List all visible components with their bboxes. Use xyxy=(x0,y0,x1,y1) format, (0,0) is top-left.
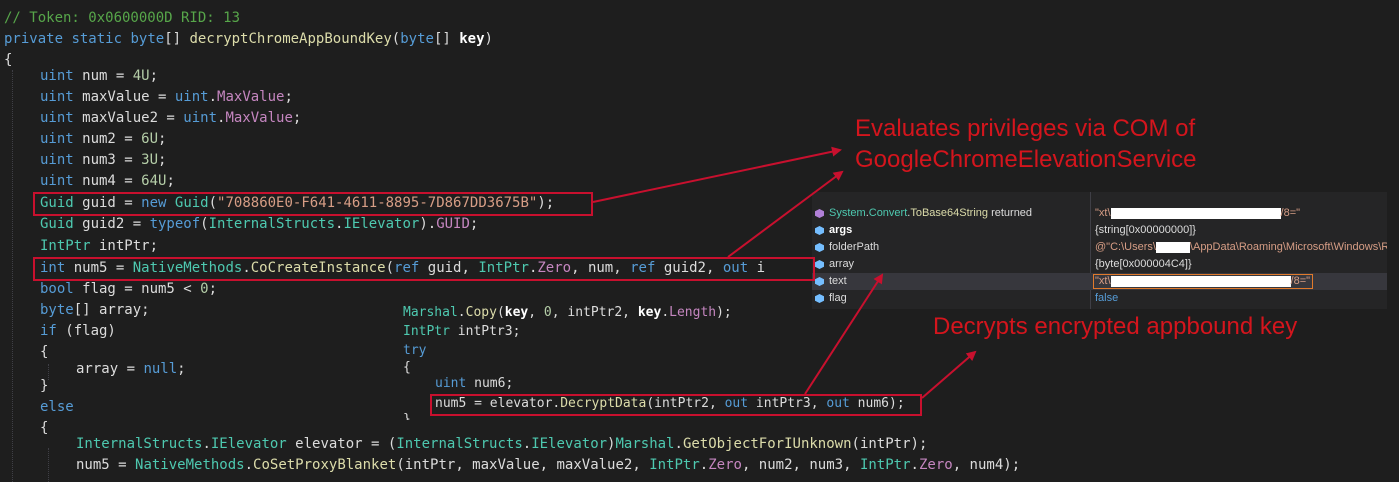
arrow-create-to-label xyxy=(727,170,844,258)
annotation-arrows xyxy=(592,146,977,399)
annotation-com-line2: GoogleChromeElevationService xyxy=(855,146,1197,173)
arrow-decrypt-to-label xyxy=(921,350,977,399)
annotation-com-line1: Evaluates privileges via COM of xyxy=(855,115,1196,142)
arrow-guid-to-label xyxy=(592,146,842,203)
arrow-decrypt-to-text xyxy=(804,273,884,395)
annotation-decrypt: Decrypts encrypted appbound key xyxy=(933,313,1298,340)
